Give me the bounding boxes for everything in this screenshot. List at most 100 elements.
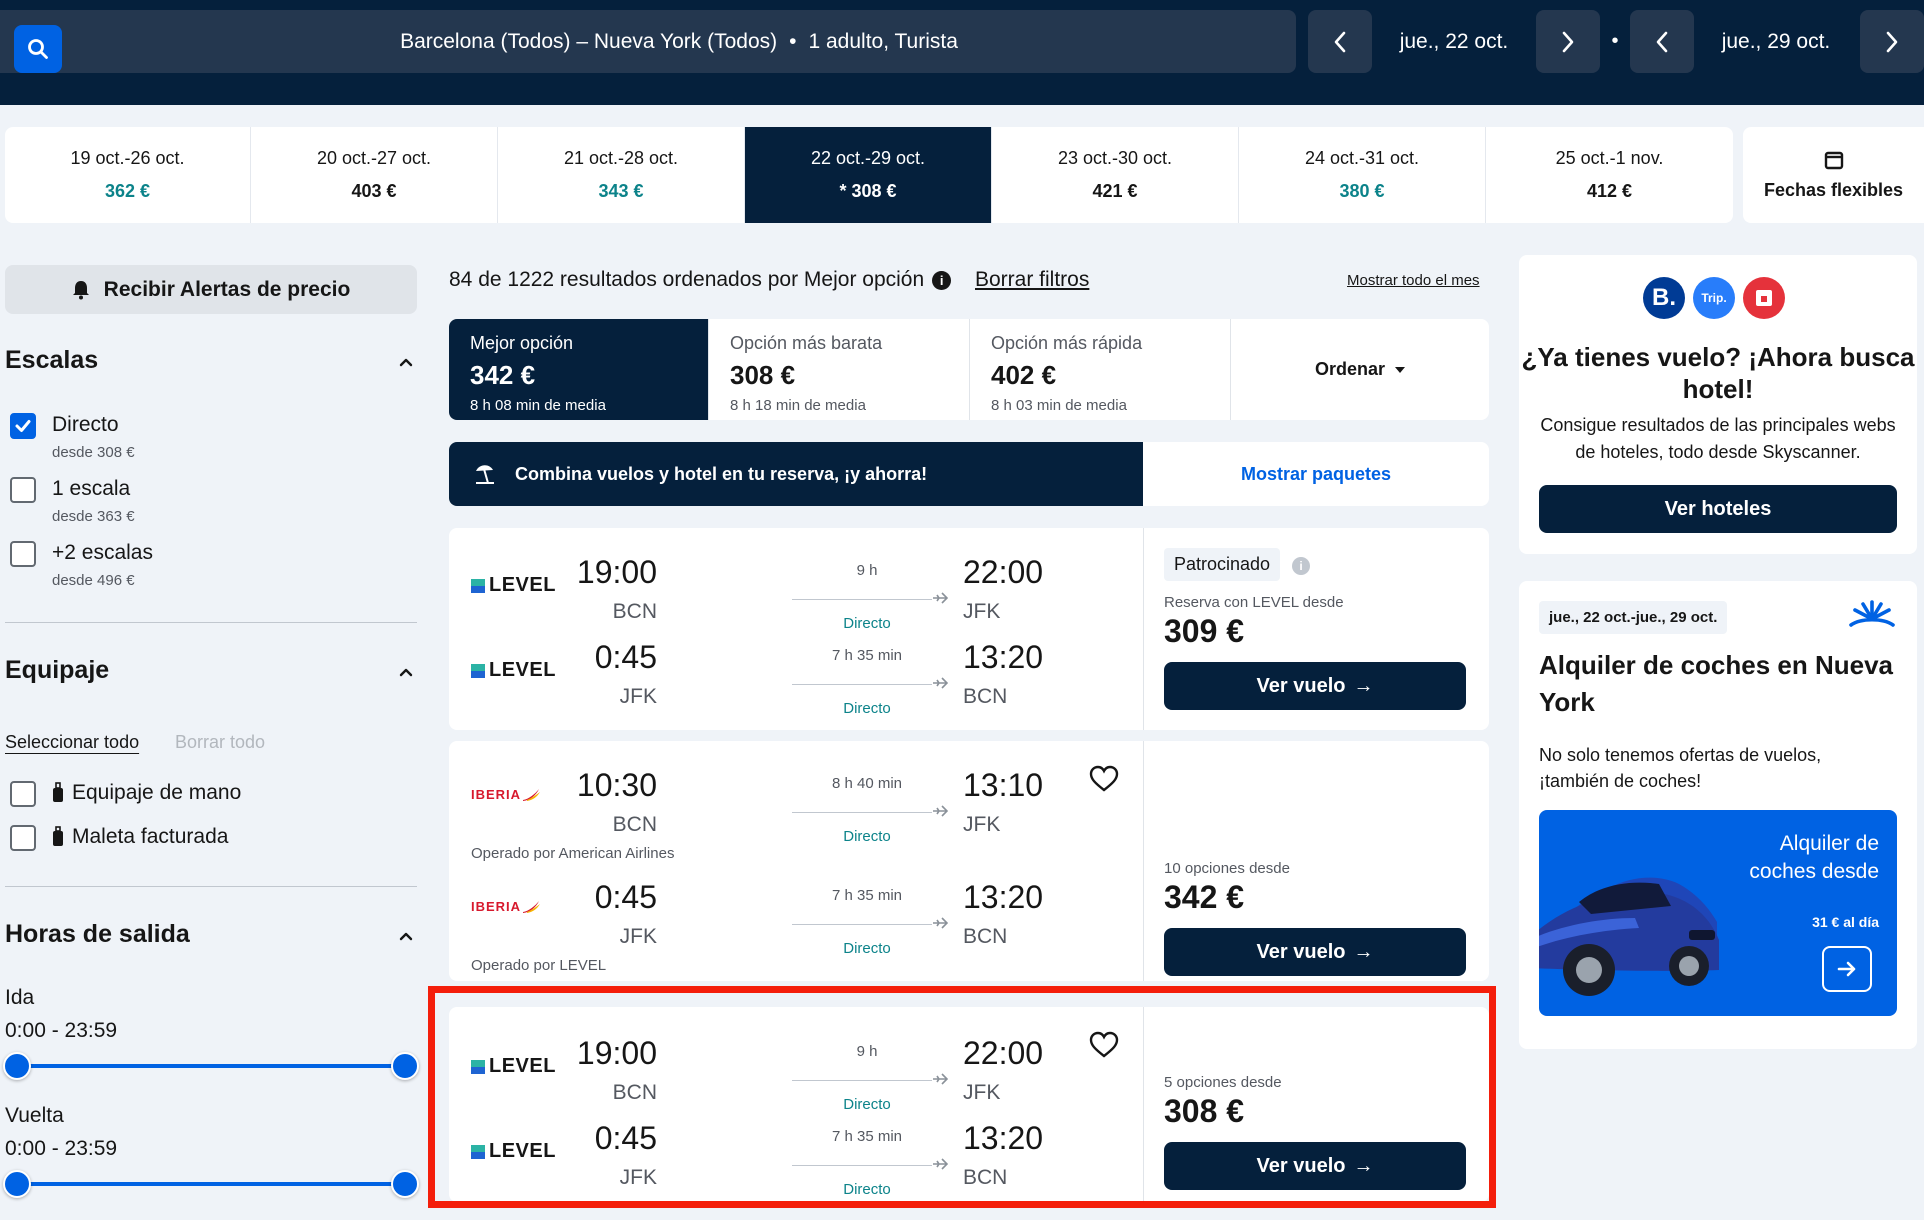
price-caption: 10 opciones desde	[1164, 860, 1290, 877]
chevron-up-icon[interactable]	[398, 354, 414, 370]
search-button[interactable]	[14, 25, 62, 73]
sort-tab-cheapest[interactable]: Opción más barata 308 € 8 h 18 min de me…	[709, 319, 970, 420]
date-option-selected[interactable]: 22 oct.-29 oct. * 308 €	[745, 127, 992, 223]
prev-outbound-date-button[interactable]	[1308, 10, 1372, 73]
iberia-logo-icon	[523, 900, 541, 913]
outbound-time-slider-track[interactable]	[17, 1064, 405, 1068]
view-hotels-button[interactable]: Ver hoteles	[1539, 485, 1897, 533]
date-option[interactable]: 23 oct.-30 oct. 421 €	[992, 127, 1239, 223]
date-option[interactable]: 20 oct.-27 oct. 403 €	[251, 127, 498, 223]
departure-airport: BCN	[612, 600, 657, 623]
arrow-right-icon	[1837, 961, 1856, 977]
package-banner-text: Combina vuelos y hotel en tu reserva, ¡y…	[515, 463, 928, 484]
outbound-times-label: Ida	[5, 986, 35, 1009]
car-hire-banner[interactable]: Alquiler de coches desde 31 € al día	[1539, 810, 1897, 1016]
flight-result-card[interactable]: LEVEL 19:00 BCN 9 h Directo 22:00 JFK LE…	[449, 528, 1489, 730]
outbound-slider-max-handle[interactable]	[391, 1052, 419, 1080]
carry-on-bag-icon	[53, 782, 63, 802]
outbound-date[interactable]: jue., 22 oct.	[1372, 10, 1536, 73]
sort-tab-fastest[interactable]: Opción más rápida 402 € 8 h 03 min de me…	[970, 319, 1231, 420]
next-return-date-button[interactable]	[1860, 10, 1924, 73]
date-option-range: 23 oct.-30 oct.	[1057, 148, 1173, 168]
clear-filters-link[interactable]: Borrar filtros	[975, 268, 1089, 292]
date-option-price: 343 €	[598, 181, 644, 201]
chevron-up-icon[interactable]	[398, 928, 414, 944]
flight-duration: 9 h	[856, 562, 878, 579]
date-option[interactable]: 19 oct.-26 oct. 362 €	[5, 127, 251, 223]
airline-logo: LEVEL	[471, 659, 556, 682]
section-divider	[5, 886, 417, 887]
chevron-right-icon	[1562, 31, 1574, 52]
level-logo-icon	[471, 578, 485, 593]
search-route: Barcelona (Todos) – Nueva York (Todos)	[400, 29, 778, 53]
view-flight-button[interactable]: Ver vuelo →	[1164, 662, 1466, 710]
results-count: 84 de 1222 resultados ordenados por Mejo…	[449, 268, 952, 292]
stops-label: Directo	[843, 940, 891, 957]
date-option-range: 25 oct.-1 nov.	[1555, 148, 1664, 168]
return-slider-max-handle[interactable]	[391, 1170, 419, 1198]
search-summary-bar[interactable]: Barcelona (Todos) – Nueva York (Todos) •…	[0, 10, 1296, 73]
car-hire-go-button[interactable]	[1822, 946, 1872, 992]
flight-duration: 7 h 35 min	[831, 647, 903, 664]
select-all-baggage-link[interactable]: Seleccionar todo	[5, 732, 139, 753]
arrival-airport: JFK	[963, 600, 1001, 623]
arrival-time: 13:20	[963, 879, 1044, 915]
sort-tab-best[interactable]: Mejor opción 342 € 8 h 08 min de media	[449, 319, 709, 420]
date-option-range: 21 oct.-28 oct.	[563, 148, 679, 168]
view-flight-button[interactable]: Ver vuelo →	[1164, 928, 1466, 976]
date-separator: •	[1611, 30, 1619, 52]
show-packages-link[interactable]: Mostrar paquetes	[1143, 442, 1489, 506]
stops-two-plus-label: +2 escalas	[52, 541, 153, 564]
flight-price: 342 €	[1164, 879, 1245, 915]
sort-order-dropdown[interactable]: Ordenar	[1231, 319, 1489, 420]
price-alerts-button[interactable]: Recibir Alertas de precio	[5, 265, 417, 314]
search-travellers: 1 adulto, Turista	[808, 29, 958, 53]
stops-section-title: Escalas	[5, 346, 99, 374]
clear-all-baggage-link[interactable]: Borrar todo	[175, 732, 265, 753]
stops-label: Directo	[843, 828, 891, 845]
airline-logo: IBERIA	[471, 899, 541, 914]
airline-logo: IBERIA	[471, 787, 541, 802]
car-hire-title: Alquiler de coches en Nueva York	[1539, 650, 1894, 717]
date-option[interactable]: 21 oct.-28 oct. 343 €	[498, 127, 745, 223]
sponsored-badge: Patrocinado i	[1164, 548, 1311, 581]
airline-logo: LEVEL	[471, 574, 556, 597]
date-option-price: 362 €	[104, 181, 151, 201]
return-time-slider-track[interactable]	[17, 1182, 405, 1186]
flight-result-card[interactable]: IBERIA 10:30 BCN 8 h 40 min Directo 13:1…	[449, 741, 1489, 981]
operated-by-label: Operado por American Airlines	[471, 845, 675, 862]
arrival-time: 13:20	[963, 639, 1044, 675]
iberia-logo-icon	[523, 788, 541, 801]
prev-return-date-button[interactable]	[1630, 10, 1694, 73]
hotels-logo-icon	[1743, 277, 1785, 319]
stops-two-plus-checkbox[interactable]	[10, 541, 36, 567]
baggage-section-title: Equipaje	[5, 656, 110, 684]
flight-duration: 8 h 40 min	[831, 775, 903, 792]
partner-logos: B. Trip.	[1643, 277, 1793, 319]
date-option[interactable]: 25 oct.-1 nov. 412 €	[1486, 127, 1733, 223]
return-times-range: 0:00 - 23:59	[5, 1137, 118, 1160]
flexible-dates-button[interactable]: Fechas flexibles	[1743, 127, 1924, 223]
return-date[interactable]: jue., 29 oct.	[1694, 10, 1858, 73]
checked-bag-label: Maleta facturada	[52, 825, 228, 849]
carry-on-checkbox[interactable]	[10, 781, 36, 807]
flight-price: 309 €	[1164, 613, 1245, 649]
departure-time: 10:30	[576, 767, 657, 803]
outbound-slider-min-handle[interactable]	[3, 1052, 31, 1080]
level-logo-icon	[471, 663, 485, 678]
top-header: Barcelona (Todos) – Nueva York (Todos) •…	[0, 0, 1924, 105]
arrival-time: 22:00	[963, 554, 1044, 590]
hotel-promo-card: B. Trip. ¿Ya tienes vuelo? ¡Ahora busca …	[1519, 255, 1917, 554]
date-option-price: * 308 €	[839, 181, 897, 201]
info-icon[interactable]: i	[1292, 556, 1311, 575]
next-outbound-date-button[interactable]	[1536, 10, 1600, 73]
show-whole-month-link[interactable]: Mostrar todo el mes	[1347, 272, 1480, 289]
checked-bag-checkbox[interactable]	[10, 825, 36, 851]
stops-one-checkbox[interactable]	[10, 477, 36, 503]
stops-direct-checkbox[interactable]	[10, 413, 36, 439]
chevron-up-icon[interactable]	[398, 664, 414, 680]
return-slider-min-handle[interactable]	[3, 1170, 31, 1198]
arrow-right-icon: →	[1353, 940, 1374, 963]
info-icon[interactable]: i	[932, 270, 952, 290]
date-option[interactable]: 24 oct.-31 oct. 380 €	[1239, 127, 1486, 223]
